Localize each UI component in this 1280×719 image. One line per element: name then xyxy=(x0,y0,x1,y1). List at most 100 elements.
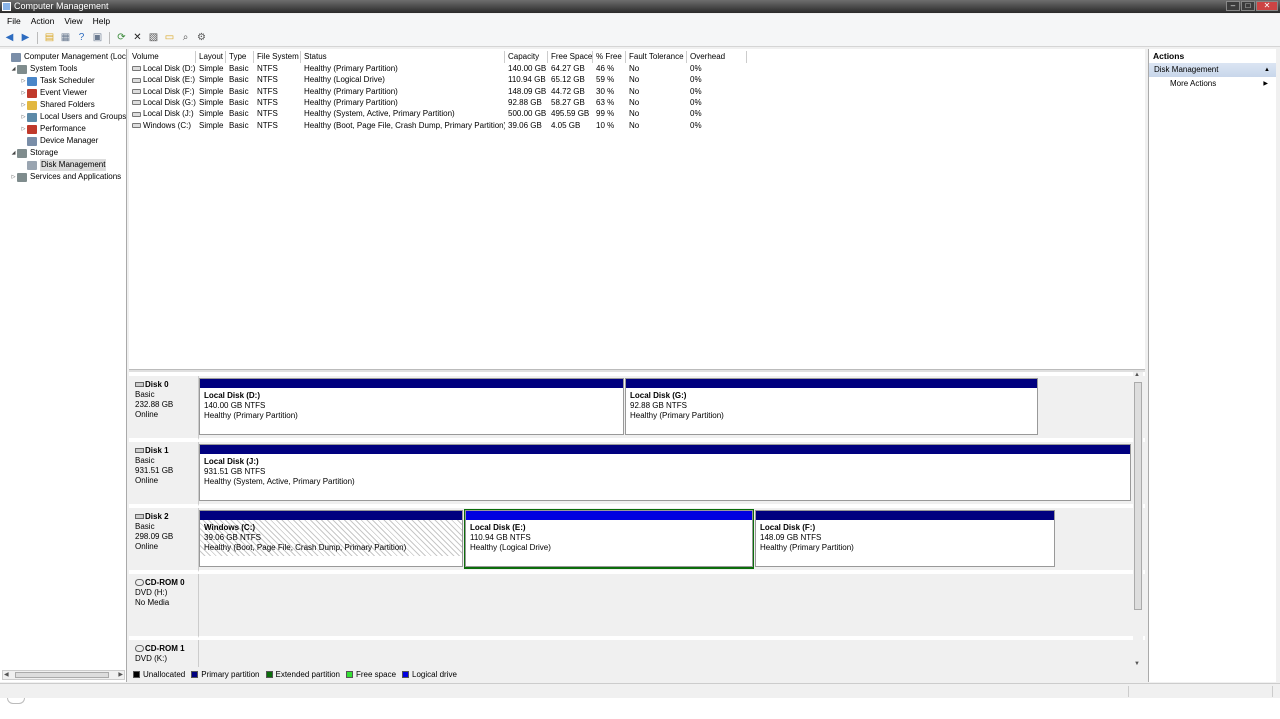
disk-label[interactable]: Disk 0 Basic 232.88 GB Online xyxy=(129,376,199,440)
menu-view[interactable]: View xyxy=(59,14,87,29)
disk-type: Basic xyxy=(135,456,155,465)
help-icon[interactable]: ? xyxy=(75,31,88,44)
column-header[interactable]: Layout xyxy=(196,51,226,63)
maximize-button[interactable]: □ xyxy=(1241,1,1255,11)
expander-icon[interactable]: ▷ xyxy=(20,111,27,123)
tree-item[interactable]: Disk Management xyxy=(20,159,107,171)
folder-open-icon[interactable]: ▭ xyxy=(163,31,176,44)
more-actions-item[interactable]: More Actions ▶ xyxy=(1149,77,1276,91)
disk-name-text: Disk 1 xyxy=(145,446,169,455)
partition-block[interactable]: Local Disk (J:) 931.51 GB NTFS Healthy (Sy… xyxy=(199,444,1131,501)
computer-icon xyxy=(11,52,21,62)
column-header[interactable]: Type xyxy=(226,51,254,63)
cell-text: Basic xyxy=(229,120,249,130)
tree-item[interactable]: ▷ Local Users and Groups xyxy=(20,111,126,123)
cell-text: 59 % xyxy=(596,75,615,85)
legend-swatch xyxy=(346,670,353,678)
expander-icon[interactable]: ▷ xyxy=(20,123,27,135)
tree-item[interactable]: ◢ System Tools xyxy=(10,63,77,75)
table-cell: No xyxy=(626,74,687,85)
column-header[interactable]: Capacity xyxy=(505,51,548,63)
properties-icon[interactable]: ▧ xyxy=(147,31,160,44)
tree-item-label: Performance xyxy=(40,124,86,133)
column-header[interactable]: Free Space xyxy=(548,51,593,63)
volume-icon xyxy=(132,111,141,117)
show-tree-icon[interactable]: ▦ xyxy=(59,31,72,44)
services-icon xyxy=(17,172,27,182)
tree-item[interactable]: Device Manager xyxy=(20,135,98,147)
cell-text: Healthy (System, Active, Primary Partiti… xyxy=(304,109,455,119)
close-button[interactable]: ✕ xyxy=(1256,1,1278,11)
collapse-icon[interactable]: ▲ xyxy=(1264,63,1270,77)
column-header[interactable]: Status xyxy=(301,51,505,63)
refresh-icon[interactable]: ⟳ xyxy=(115,31,128,44)
expander-icon[interactable]: ▷ xyxy=(10,171,17,183)
column-header[interactable]: File System xyxy=(254,51,301,63)
disk-label[interactable]: CD-ROM 0 DVD (H:) No Media xyxy=(129,574,199,638)
primary-partition-bar xyxy=(200,445,1130,454)
volume-name-cell[interactable]: Local Disk (J:) xyxy=(129,108,196,119)
partition-block[interactable]: Local Disk (D:) 140.00 GB NTFS Healthy (Pr… xyxy=(199,378,624,435)
expander-icon[interactable]: ▷ xyxy=(20,75,27,87)
partition-block[interactable]: Local Disk (E:) 110.94 GB NTFS Healthy (Lo… xyxy=(465,510,753,567)
disk-size: 931.51 GB xyxy=(135,466,174,475)
partition-block[interactable]: Windows (C:) 39.06 GB NTFS Healthy (Boot, … xyxy=(199,510,463,567)
expander-icon[interactable]: ▷ xyxy=(20,99,27,111)
scrollbar-thumb[interactable] xyxy=(15,672,109,678)
volume-name-cell[interactable]: Local Disk (G:) xyxy=(129,97,196,108)
show-hide-icon[interactable]: ▣ xyxy=(91,31,104,44)
tree-item[interactable]: ▷ Performance xyxy=(20,123,86,135)
scroll-right-icon[interactable]: ▶ xyxy=(118,671,123,679)
tree-item[interactable]: ▷ Shared Folders xyxy=(20,99,95,111)
menu-help[interactable]: Help xyxy=(88,14,115,29)
column-header[interactable]: Overhead xyxy=(687,51,747,63)
volume-name-cell[interactable]: Local Disk (F:) xyxy=(129,86,196,97)
tree-horizontal-scrollbar[interactable]: ◀ ▶ xyxy=(2,670,125,680)
partition-block[interactable]: Local Disk (G:) 92.88 GB NTFS Healthy (Pri… xyxy=(625,378,1038,435)
volume-name-cell[interactable]: Local Disk (D:) xyxy=(129,63,196,74)
actions-section-disk-management[interactable]: Disk Management ▲ xyxy=(1149,63,1276,77)
volume-name-cell[interactable]: Windows (C:) xyxy=(129,120,196,131)
partition-status: Healthy (Primary Partition) xyxy=(760,543,854,552)
scroll-up-icon[interactable]: ▲ xyxy=(1134,372,1140,378)
forward-icon[interactable]: ▶ xyxy=(19,31,32,44)
expander-icon[interactable]: ◢ xyxy=(10,63,17,75)
minimize-button[interactable]: – xyxy=(1226,1,1240,11)
console-tree: Computer Management (Local ◢ System Tools ▷… xyxy=(0,49,127,682)
disk-label[interactable]: CD-ROM 1 DVD (K:) xyxy=(129,640,199,667)
column-header[interactable]: % Free xyxy=(593,51,626,63)
disk-row xyxy=(199,574,1145,636)
cell-text: NTFS xyxy=(257,97,278,107)
scrollbar-thumb[interactable] xyxy=(1134,382,1142,610)
up-folder-icon[interactable]: ▤ xyxy=(43,31,56,44)
cell-text: 0% xyxy=(690,120,702,130)
menu-action[interactable]: Action xyxy=(26,14,60,29)
cell-text: 0% xyxy=(690,86,702,96)
tree-item[interactable]: ▷ Task Scheduler xyxy=(20,75,95,87)
disk-label[interactable]: Disk 1 Basic 931.51 GB Online xyxy=(129,442,199,506)
column-header[interactable]: Fault Tolerance xyxy=(626,51,687,63)
search-icon[interactable]: ⌕ xyxy=(179,31,192,44)
disk-label[interactable]: Disk 2 Basic 298.09 GB Online xyxy=(129,508,199,572)
column-header[interactable]: Volume xyxy=(129,51,196,63)
cell-text: NTFS xyxy=(257,64,278,73)
partition-block[interactable]: Local Disk (F:) 148.09 GB NTFS Healthy (Pr… xyxy=(755,510,1055,567)
disk-management-icon xyxy=(27,160,37,170)
tree-item[interactable]: Computer Management (Local xyxy=(4,51,126,63)
expander-icon[interactable]: ▷ xyxy=(20,87,27,99)
disk-type: DVD (H:) xyxy=(135,588,168,597)
scroll-left-icon[interactable]: ◀ xyxy=(4,671,9,679)
back-icon[interactable]: ◀ xyxy=(3,31,16,44)
expander-icon[interactable]: ◢ xyxy=(10,147,17,159)
volume-name-cell[interactable]: Local Disk (E:) xyxy=(129,74,196,85)
tree-item[interactable]: ◢ Storage xyxy=(10,147,58,159)
settings-icon[interactable]: ⚙ xyxy=(195,31,208,44)
cell-text: Basic xyxy=(229,97,249,107)
tree-item[interactable]: ▷ Event Viewer xyxy=(20,87,87,99)
primary-partition-bar xyxy=(200,511,462,520)
delete-icon[interactable]: ✕ xyxy=(131,31,144,44)
tree-item[interactable]: ▷ Services and Applications xyxy=(10,171,121,183)
disk-view-vertical-scrollbar[interactable]: ▲ ▼ xyxy=(1133,372,1143,667)
partition-name: Local Disk (F:) xyxy=(760,523,816,532)
menu-file[interactable]: File xyxy=(2,14,26,29)
